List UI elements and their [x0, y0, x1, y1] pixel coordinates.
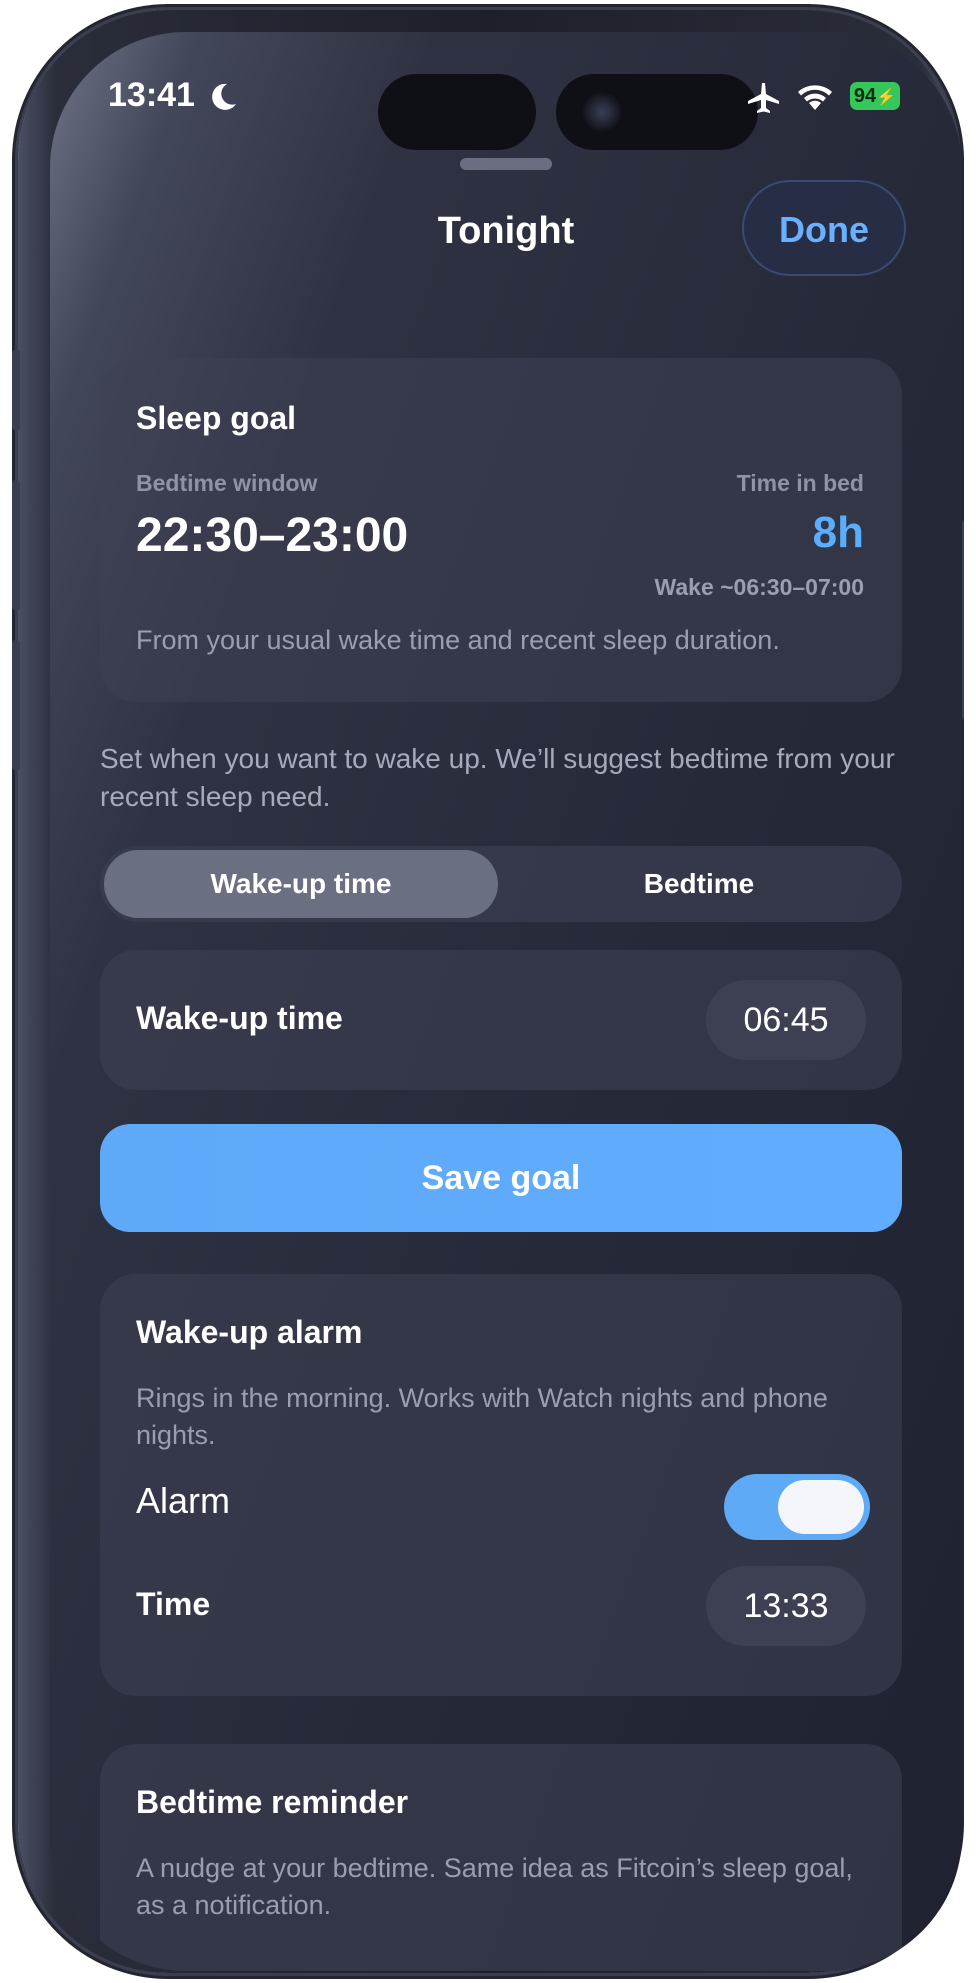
- wake-range: Wake ~06:30–07:00: [654, 574, 865, 600]
- action-button: [12, 350, 20, 430]
- dynamic-island-left: [378, 74, 536, 150]
- intro-text: Set when you want to wake up. We’ll sugg…: [100, 743, 895, 812]
- done-button[interactable]: Done: [742, 180, 906, 276]
- bedtime-reminder-description: A nudge at your bedtime. Same idea as Fi…: [136, 1853, 853, 1920]
- battery-indicator: 94⚡: [850, 82, 900, 110]
- wake-up-time-picker[interactable]: 06:45: [706, 980, 866, 1060]
- alarm-time-picker[interactable]: 13:33: [706, 1566, 866, 1646]
- wake-up-alarm-title: Wake-up alarm: [136, 1314, 363, 1350]
- moon-icon: [212, 83, 236, 110]
- wake-up-time-label: Wake-up time: [136, 1000, 343, 1036]
- airplane-icon: [748, 83, 779, 113]
- bedtime-window-value: 22:30–23:00: [136, 509, 409, 562]
- wake-up-time-card: Wake-up time 06:45: [100, 950, 902, 1090]
- toggle-knob: [778, 1480, 864, 1534]
- status-time: 13:41: [108, 76, 195, 114]
- bolt-icon: ⚡: [876, 89, 897, 106]
- screen: 13:41 94⚡ Tonight Done Sleep goal Bedtim…: [50, 32, 962, 1971]
- bedtime-reminder-card: Bedtime reminder A nudge at your bedtime…: [100, 1744, 902, 1971]
- alarm-time-label: Time: [136, 1586, 211, 1622]
- wifi-icon: [798, 85, 832, 110]
- camera-icon: [582, 92, 622, 132]
- mode-segmented-control: Wake-up time Bedtime: [100, 846, 902, 922]
- sleep-goal-title: Sleep goal: [136, 400, 297, 436]
- time-in-bed-label: Time in bed: [736, 470, 864, 496]
- sleep-goal-card: Sleep goal Bedtime window Time in bed 22…: [100, 358, 902, 702]
- phone-frame: 13:41 94⚡ Tonight Done Sleep goal Bedtim…: [12, 10, 964, 1973]
- alarm-toggle[interactable]: [724, 1474, 870, 1540]
- bedtime-window-label: Bedtime window: [136, 470, 318, 496]
- sleep-goal-description: From your usual wake time and recent sle…: [136, 625, 780, 655]
- bedtime-reminder-title: Bedtime reminder: [136, 1784, 409, 1820]
- wake-up-alarm-description: Rings in the morning. Works with Watch n…: [136, 1383, 828, 1450]
- save-goal-button[interactable]: Save goal: [100, 1124, 902, 1232]
- sheet-grabber[interactable]: [460, 158, 552, 170]
- volume-up-button: [12, 480, 20, 610]
- battery-level: 94: [853, 85, 877, 107]
- time-in-bed-value: 8h: [812, 508, 864, 557]
- alarm-toggle-label: Alarm: [136, 1480, 231, 1521]
- volume-down-button: [12, 640, 20, 770]
- wake-up-alarm-card: Wake-up alarm Rings in the morning. Work…: [100, 1274, 902, 1696]
- segment-bedtime[interactable]: Bedtime: [502, 850, 896, 918]
- segment-wake-up-time[interactable]: Wake-up time: [104, 850, 498, 918]
